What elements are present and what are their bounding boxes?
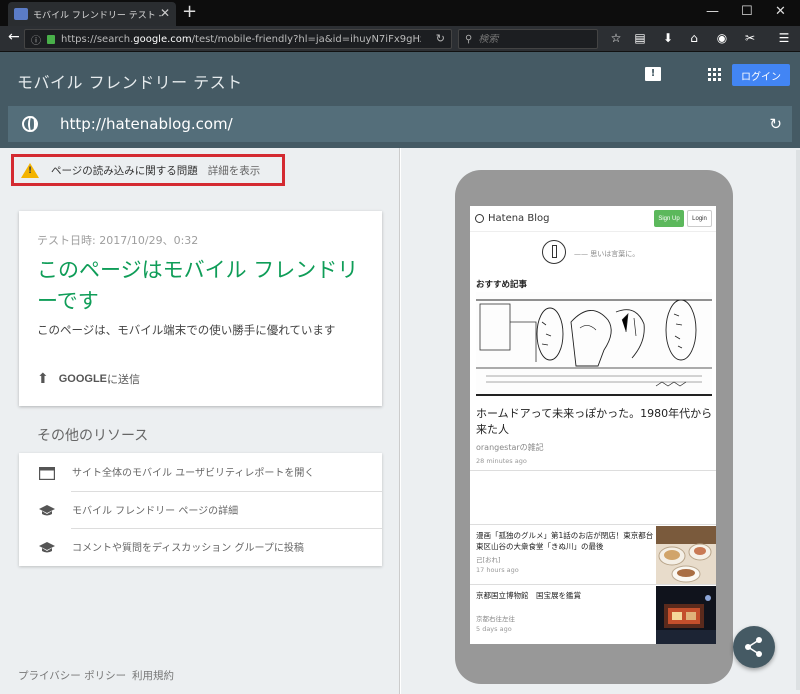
minimize-icon[interactable]: — (706, 4, 719, 19)
preview-logo-text: Hatena Blog (488, 213, 550, 224)
download-icon[interactable]: ⬇ (660, 31, 676, 45)
upload-icon: ⬆ (37, 370, 49, 386)
scrollbar[interactable] (796, 150, 800, 690)
web-asset-icon (38, 465, 56, 481)
preview-item-title: 京都国立博物館 国宝展を鑑賞 (476, 591, 581, 600)
lock-icon (47, 34, 55, 44)
privacy-policy-link[interactable]: プライバシー ポリシー (18, 668, 126, 683)
result-card: テスト日時: 2017/10/29、0:32 このページはモバイル フレンドリー… (19, 211, 382, 406)
preview-panel: Hatena Blog Sign Up Login —— 思いは言葉に。 おすす… (401, 148, 800, 694)
login-button[interactable]: ログイン (732, 64, 790, 86)
preview-item-title: 漫画「孤独のグルメ」第1話のお店が閉店！東京都台東区山谷の大衆食堂「きぬ川」の最… (476, 531, 654, 551)
resources-heading: その他のリソース (37, 428, 149, 444)
browser-search-box[interactable]: ⚲ (458, 29, 598, 49)
bookmark-star-icon[interactable]: ☆ (608, 31, 624, 45)
preview-item-time: 17 hours ago (476, 566, 519, 574)
submit-label: に送信 (107, 373, 141, 386)
pocket-icon[interactable]: ◉ (714, 31, 730, 45)
url-text[interactable]: https://search.google.com/test/mobile-fr… (61, 34, 421, 45)
screenshot-icon[interactable]: ✂ (742, 31, 758, 45)
tab-close-icon[interactable]: ✕ (160, 6, 170, 20)
preview-section-title: おすすめ記事 (476, 280, 528, 290)
show-details-link[interactable]: 詳細を表示 (208, 163, 261, 178)
resource-item-discussion[interactable]: コメントや質問をディスカッション グループに投稿 (19, 528, 382, 565)
new-tab-button[interactable]: + (182, 1, 197, 22)
menu-icon[interactable]: ☰ (776, 31, 792, 45)
food-thumbnail (656, 526, 716, 584)
reload-icon[interactable]: ↻ (436, 32, 445, 45)
preview-signup-button: Sign Up (654, 210, 684, 227)
warning-icon (21, 162, 39, 178)
test-url-bar[interactable]: http://hatenablog.com/ ↻ (8, 106, 792, 142)
resource-item-usability-report[interactable]: サイト全体のモバイル ユーザビリティレポートを開く (19, 453, 382, 490)
phone-frame: Hatena Blog Sign Up Login —— 思いは言葉に。 おすす… (455, 170, 733, 684)
reading-list-icon[interactable]: ▤ (632, 31, 648, 45)
hatena-logo-icon (475, 214, 484, 223)
preview-divider (470, 470, 716, 471)
app-header: モバイル フレンドリー テスト ! ログイン http://hatenablog… (0, 52, 800, 148)
globe-icon (22, 116, 38, 132)
share-icon (745, 637, 762, 657)
museum-thumbnail (656, 586, 716, 644)
terms-link[interactable]: 利用規約 (132, 668, 174, 683)
resources-list: サイト全体のモバイル ユーザビリティレポートを開く モバイル フレンドリー ペー… (19, 453, 382, 566)
resource-label: コメントや質問をディスカッション グループに投稿 (72, 543, 304, 554)
result-description: このページは、モバイル端末での使い勝手に優れています (37, 323, 336, 337)
preview-divider (470, 584, 716, 585)
maximize-icon[interactable]: ☐ (741, 4, 753, 19)
preview-main-title: ホームドアって未来っぽかった。1980年代から来た人 (476, 407, 713, 436)
tab-favicon-icon (14, 8, 28, 20)
address-bar[interactable]: ⓘ https://search.google.com/test/mobile-… (24, 29, 452, 49)
info-icon[interactable]: ⓘ (31, 32, 41, 47)
resource-label: サイト全体のモバイル ユーザビリティレポートを開く (72, 468, 315, 479)
feedback-icon[interactable]: ! (645, 67, 661, 81)
warning-text: ページの読み込みに関する問題 (51, 164, 198, 177)
window-close-icon[interactable]: ✕ (775, 4, 786, 19)
phone-screen-preview[interactable]: Hatena Blog Sign Up Login —— 思いは言葉に。 おすす… (470, 206, 716, 644)
preview-item-source: 京都右往左往 (476, 615, 515, 623)
page-load-issues-banner[interactable]: ページの読み込みに関する問題 詳細を表示 (11, 154, 285, 186)
back-arrow-icon[interactable]: ← (8, 29, 20, 45)
share-button[interactable] (733, 626, 775, 668)
test-date: テスト日時: 2017/10/29、0:32 (37, 234, 199, 247)
home-icon[interactable]: ⌂ (686, 31, 702, 45)
preview-item-source: 己[おれ] (476, 556, 501, 564)
submit-to-google-button[interactable]: ⬆ GOOGLE に送信 (37, 370, 140, 387)
page-title: モバイル フレンドリー テスト (17, 73, 243, 92)
tab-title: モバイル フレンドリー テスト - Goo (33, 10, 163, 21)
school-icon (39, 503, 55, 516)
apps-grid-icon[interactable] (708, 68, 721, 81)
results-panel: ページの読み込みに関する問題 詳細を表示 テスト日時: 2017/10/29、0… (0, 148, 400, 694)
preview-list-item: 京都国立博物館 国宝展を鑑賞 京都右往左往 5 days ago (476, 590, 656, 633)
school-icon (39, 540, 55, 553)
manga-illustration (476, 292, 712, 396)
submit-label-bold: GOOGLE (58, 372, 108, 385)
preview-divider (470, 524, 716, 525)
preview-list-item: 漫画「孤独のグルメ」第1話のお店が閉店！東京都台東区山谷の大衆食堂「きぬ川」の最… (476, 530, 656, 574)
preview-main-blog: orangestarの雑記 (476, 443, 544, 452)
search-icon: ⚲ (465, 33, 473, 45)
preview-main-time: 28 minutes ago (476, 457, 527, 465)
browser-search-input[interactable] (478, 33, 589, 45)
result-title: このページはモバイル フレンドリーです (37, 258, 359, 313)
rerun-test-icon[interactable]: ↻ (769, 115, 782, 133)
test-url-input[interactable]: http://hatenablog.com/ (60, 115, 233, 133)
pen-icon (542, 240, 566, 264)
preview-item-time: 5 days ago (476, 625, 512, 633)
browser-tab[interactable]: モバイル フレンドリー テスト - Goo ✕ (8, 2, 176, 26)
resource-label: モバイル フレンドリー ページの詳細 (72, 506, 239, 517)
resource-item-learn-more[interactable]: モバイル フレンドリー ページの詳細 (19, 491, 382, 528)
browser-tab-bar: モバイル フレンドリー テスト - Goo ✕ + — ☐ ✕ (0, 0, 800, 26)
preview-login-button: Login (687, 210, 712, 227)
browser-nav-bar: ← ⓘ https://search.google.com/test/mobil… (0, 26, 800, 52)
preview-tagline: —— 思いは言葉に。 (574, 250, 640, 258)
